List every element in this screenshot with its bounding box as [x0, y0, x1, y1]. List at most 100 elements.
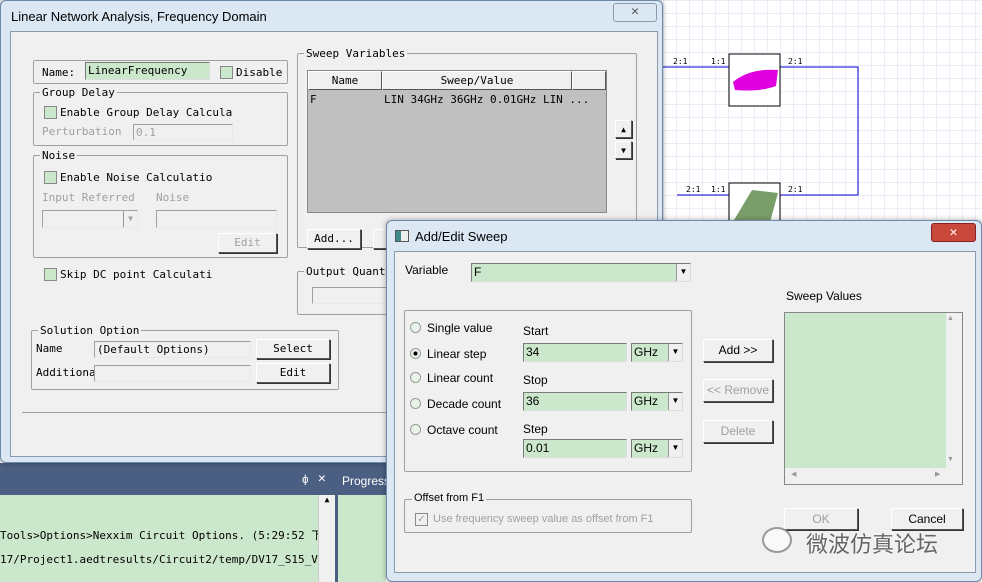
additional-label: Additiona — [36, 366, 96, 379]
column-header-empty — [572, 71, 606, 90]
unit-value: GHz — [634, 441, 658, 455]
radio-decade-count[interactable] — [410, 398, 421, 409]
add-values-button[interactable]: Add >> — [703, 339, 773, 362]
sweep-values-label: Sweep Values — [786, 289, 862, 303]
radio-octave-count[interactable] — [410, 424, 421, 435]
sweep-dialog-title: Add/Edit Sweep — [415, 229, 508, 244]
name-input[interactable]: LinearFrequency — [85, 62, 210, 80]
column-header-name[interactable]: Name — [308, 71, 382, 90]
skip-dc-label: Skip DC point Calculati — [60, 268, 213, 281]
noise-checkbox[interactable] — [44, 171, 57, 184]
radio-single-value[interactable] — [410, 322, 421, 333]
skip-dc-checkbox[interactable] — [44, 268, 57, 281]
progress-panel-title: Progress — [342, 474, 391, 488]
move-down-button[interactable]: ▼ — [615, 141, 632, 159]
offset-title: Offset from F1 — [412, 492, 487, 504]
separator — [22, 412, 387, 413]
schematic-wires — [660, 53, 859, 224]
add-sweep-button[interactable]: Add... — [307, 229, 361, 249]
perturbation-input[interactable]: 0.1 — [133, 124, 233, 140]
log-scrollbar[interactable]: ▲ — [318, 495, 335, 582]
solution-edit-button[interactable]: Edit — [256, 363, 330, 383]
noise-title: Noise — [40, 149, 78, 162]
row-name: F — [310, 93, 317, 106]
step-unit-select[interactable]: GHz ▼ — [631, 439, 683, 458]
port-label: 2:1 — [788, 57, 803, 66]
noise-edit-button[interactable]: Edit — [218, 233, 277, 253]
scroll-down-icon[interactable]: ▼ — [947, 456, 954, 463]
option-label: Single value — [427, 321, 493, 335]
chevron-down-icon: ▼ — [668, 344, 682, 361]
start-label: Start — [523, 324, 549, 338]
port-label: 2:1 — [788, 185, 803, 194]
group-delay-title: Group Delay — [40, 86, 117, 99]
dialog-title: Linear Network Analysis, Frequency Domai… — [11, 9, 267, 24]
sweep-values-list[interactable]: ▲ ▼ ◀ ▶ — [784, 312, 963, 485]
input-referred-label: Input Referred — [42, 191, 135, 204]
port-label: 1:1 — [711, 57, 726, 66]
stop-input[interactable]: 36 — [523, 392, 627, 411]
solution-name-input[interactable]: (Default Options) — [94, 341, 251, 358]
disable-checkbox[interactable] — [220, 66, 233, 79]
name-label: Name: — [42, 66, 76, 79]
noise-field-label: Noise — [156, 191, 190, 204]
group-delay-checkbox[interactable] — [44, 106, 57, 119]
variable-select[interactable]: F ▼ — [471, 263, 691, 282]
offset-checkbox[interactable]: ✓ — [415, 513, 428, 526]
chevron-down-icon: ▼ — [123, 211, 137, 227]
variable-value: F — [474, 265, 482, 279]
unit-value: GHz — [634, 345, 658, 359]
group-delay-label: Enable Group Delay Calcula — [60, 106, 233, 119]
perturbation-label: Perturbation — [42, 125, 122, 138]
scroll-left-icon[interactable]: ◀ — [791, 470, 796, 478]
solution-name-label: Name — [36, 342, 63, 355]
pin-icon[interactable]: ф — [302, 473, 309, 486]
solution-option-title: Solution Option — [38, 324, 142, 337]
noise-label: Enable Noise Calculatio — [60, 171, 213, 184]
option-label: Linear count — [427, 371, 494, 385]
port-label: 1:1 — [711, 185, 726, 194]
chevron-down-icon: ▼ — [668, 440, 682, 457]
message-log: Tools>Options>Nexxim Circuit Options. (5… — [0, 495, 351, 582]
option-label: Linear step — [427, 347, 487, 361]
unit-value: GHz — [634, 394, 658, 408]
chevron-down-icon: ▼ — [676, 264, 690, 281]
scroll-up-icon[interactable]: ▲ — [947, 315, 954, 322]
step-input[interactable]: 0.01 — [523, 439, 627, 458]
close-icon[interactable]: ✕ — [318, 471, 326, 486]
sweep-variables-title: Sweep Variables — [304, 47, 408, 60]
port-label: 2:1 — [686, 185, 701, 194]
remove-button[interactable]: << Remove — [703, 379, 773, 402]
progress-panel — [335, 495, 386, 582]
sweep-variables-table: Name Sweep/Value F LIN 34GHz 36GHz 0.01G… — [307, 70, 607, 213]
option-label: Octave count — [427, 423, 498, 437]
delete-button[interactable]: Delete — [703, 420, 773, 443]
start-input[interactable]: 34 — [523, 343, 627, 362]
start-unit-select[interactable]: GHz ▼ — [631, 343, 683, 362]
disable-label: Disable — [236, 66, 283, 79]
scroll-right-icon[interactable]: ▶ — [935, 470, 940, 478]
table-row[interactable]: F LIN 34GHz 36GHz 0.01GHz LIN ... — [308, 92, 606, 108]
sweep-close-button[interactable]: ✕ — [931, 223, 976, 242]
radio-linear-step[interactable] — [410, 348, 421, 359]
stop-unit-select[interactable]: GHz ▼ — [631, 392, 683, 411]
wechat-logo-icon — [762, 527, 792, 553]
input-referred-select[interactable]: ▼ — [42, 210, 138, 228]
chevron-down-icon: ▼ — [668, 393, 682, 410]
option-label: Decade count — [427, 397, 502, 411]
noise-input[interactable] — [156, 210, 277, 228]
radio-linear-count[interactable] — [410, 372, 421, 383]
step-label: Step — [523, 422, 548, 436]
log-line: Tools>Options>Nexxim Circuit Options. (5… — [0, 529, 334, 542]
log-line: 17/Project1.aedtresults/Circuit2/temp/DV… — [0, 553, 351, 566]
stop-label: Stop — [523, 373, 548, 387]
output-quantities-title: Output Quanti — [304, 265, 395, 278]
move-up-button[interactable]: ▲ — [615, 120, 632, 138]
offset-checkbox-label: Use frequency sweep value as offset from… — [433, 513, 654, 525]
select-button[interactable]: Select — [256, 339, 330, 359]
column-header-sweep-value[interactable]: Sweep/Value — [382, 71, 572, 90]
close-button[interactable]: ✕ — [613, 3, 657, 22]
additional-input[interactable] — [94, 365, 251, 382]
window-icon — [395, 230, 409, 242]
port-label: 2:1 — [673, 57, 688, 66]
